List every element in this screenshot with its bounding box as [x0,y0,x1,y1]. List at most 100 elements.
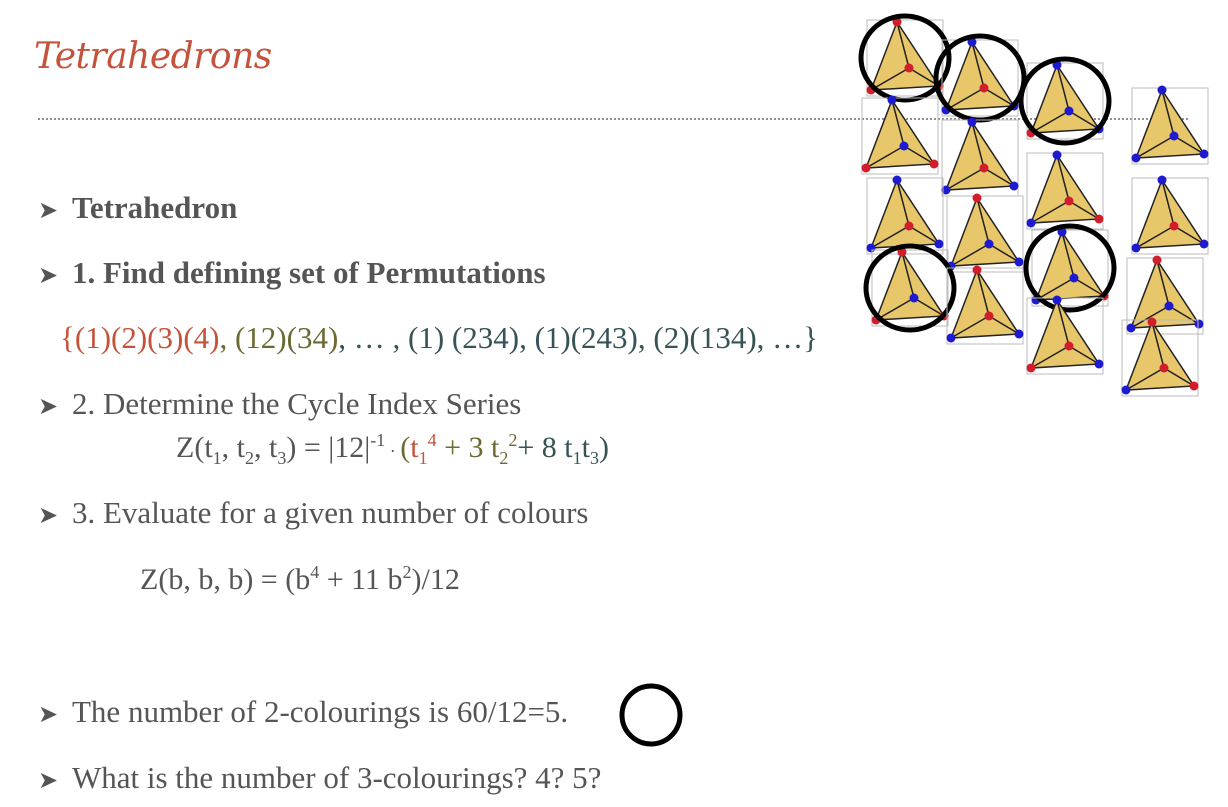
vertex-dot [1152,255,1162,265]
arrow-bullet-icon: ➤ [38,263,59,289]
formula-sub: 1 [572,448,582,468]
formula-sub: 1 [418,448,428,468]
formula-term-olive: + 3 t [436,431,500,464]
formula-sub: 2 [245,448,254,468]
vertex-dot [946,333,956,343]
vertex-dot [984,311,994,321]
vertex-dot [972,193,982,203]
vertex-dot [1014,329,1024,339]
tetrahedron-figure [863,243,957,333]
bullet-tetrahedron: ➤ Tetrahedron [38,190,237,226]
vertex-dot [904,221,914,231]
vertex-dot [1194,319,1204,329]
answer-circle-annotation [619,683,683,747]
perm-sep: , [219,320,235,355]
vertex-dot [1052,150,1062,160]
vertex-dot [1094,214,1104,224]
vertex-dot [1157,85,1167,95]
vertex-dot [1189,381,1199,391]
formula-sup: 4 [427,430,437,450]
tetrahedron-figure [941,117,1019,197]
formula-part: , t [254,431,278,464]
vertex-dot [1094,359,1104,369]
vertex-dot [887,95,897,105]
tetrahedron-figure [866,175,944,255]
formula-paren: ( [400,431,411,464]
vertex-dot [1026,363,1036,373]
tetrahedron-figure [933,33,1027,123]
perm-identity: (1)(2)(3)(4) [74,320,220,355]
formula-part: Z(t [176,431,213,464]
vertex-dot [1164,301,1174,311]
formula-term-red: t [410,431,419,464]
tetrahedron-figure [946,265,1024,345]
arrow-bullet-icon: ➤ [38,394,59,420]
vertex-dot [1169,221,1179,231]
vertex-dot [1064,341,1074,351]
bullet-cycle-index: ➤ 2. Determine the Cycle Index Series [38,386,521,422]
vertex-dot [1026,218,1036,228]
vertex-dot [979,83,989,93]
bullet-three-colourings: ➤ What is the number of 3-colourings? 4? … [38,760,601,796]
vertex-dot [1064,196,1074,206]
vertex-dot [1131,153,1141,163]
tetrahedron-figure [1026,150,1104,230]
vertex-dot [866,243,876,253]
vertex-dot [861,163,871,173]
vertex-dot [1009,181,1019,191]
vertex-dot [1169,131,1179,141]
formula-part: ) = |12| [286,431,371,464]
formula-sup: 2 [402,562,412,582]
arrow-bullet-icon: ➤ [38,503,59,529]
vertex-dot [904,63,914,73]
vertex-dot [892,175,902,185]
perm-double-transposition: (12)(34) [234,320,339,355]
arrow-bullet-icon: ➤ [38,768,59,794]
bullet-text: What is the number of 3-colourings? 4? 5… [72,760,602,795]
permutation-set: {(1)(2)(3)(4), (12)(34), … , (1) (234), … [60,320,818,356]
vertex-dot [984,239,994,249]
tetrahedron-figure [1126,255,1204,335]
formula-sub: 1 [212,448,222,468]
formula-term-teal: t [581,431,590,464]
bullet-text: 2. Determine the Cycle Index Series [72,386,522,421]
bullet-find-permutations: ➤ 1. Find defining set of Permutations [38,255,546,291]
vertex-dot [1121,385,1131,395]
vertex-dot [1014,257,1024,267]
formula-sub: 3 [589,448,599,468]
tetrahedron-figure [1131,175,1209,255]
vertex-dot [979,163,989,173]
vertex-dot [1159,363,1169,373]
tetrahedron-figure [861,95,939,175]
vertex-dot [967,117,977,127]
vertex-dot [972,265,982,275]
formula-part: , t [221,431,245,464]
evaluated-formula: Z(b, b, b) = (b4 + 11 b2)/12 [140,562,460,597]
perm-three-cycles: (1) (234), (1)(243), (2)(134) [408,320,757,355]
tetrahedron-figure [1018,56,1112,146]
slide-title: Tetrahedrons [34,36,272,77]
vertex-dot [929,159,939,169]
formula-part: + 11 b [319,563,403,596]
tetrahedron-figure [1131,85,1209,165]
formula-dot: · [385,441,401,461]
formula-term-teal: + 8 t [517,431,573,464]
cycle-index-formula: Z(t1, t2, t3) = |12|-1 · (t14 + 3 t22+ 8… [176,430,609,469]
arrow-bullet-icon: ➤ [38,702,59,728]
bullet-text: 1. Find defining set of Permutations [72,255,546,290]
tetrahedron-figure [1023,223,1117,313]
formula-sup: -1 [370,430,386,450]
bullet-evaluate: ➤ 3. Evaluate for a given number of colou… [38,495,589,531]
vertex-dot [1199,239,1209,249]
formula-sup: 4 [310,562,320,582]
vertex-dot [1199,149,1209,159]
formula-paren: ) [598,431,609,464]
bullet-two-colourings: ➤ The number of 2-colourings is 60/12=5. [38,694,568,730]
vertex-dot [1126,323,1136,333]
vertex-dot [1157,175,1167,185]
vertex-dot [909,293,919,303]
perm-ellipsis: , … , [338,320,409,355]
vertex-dot [899,141,909,151]
vertex-dot [1064,106,1074,116]
tetrahedron-figure [946,193,1024,273]
